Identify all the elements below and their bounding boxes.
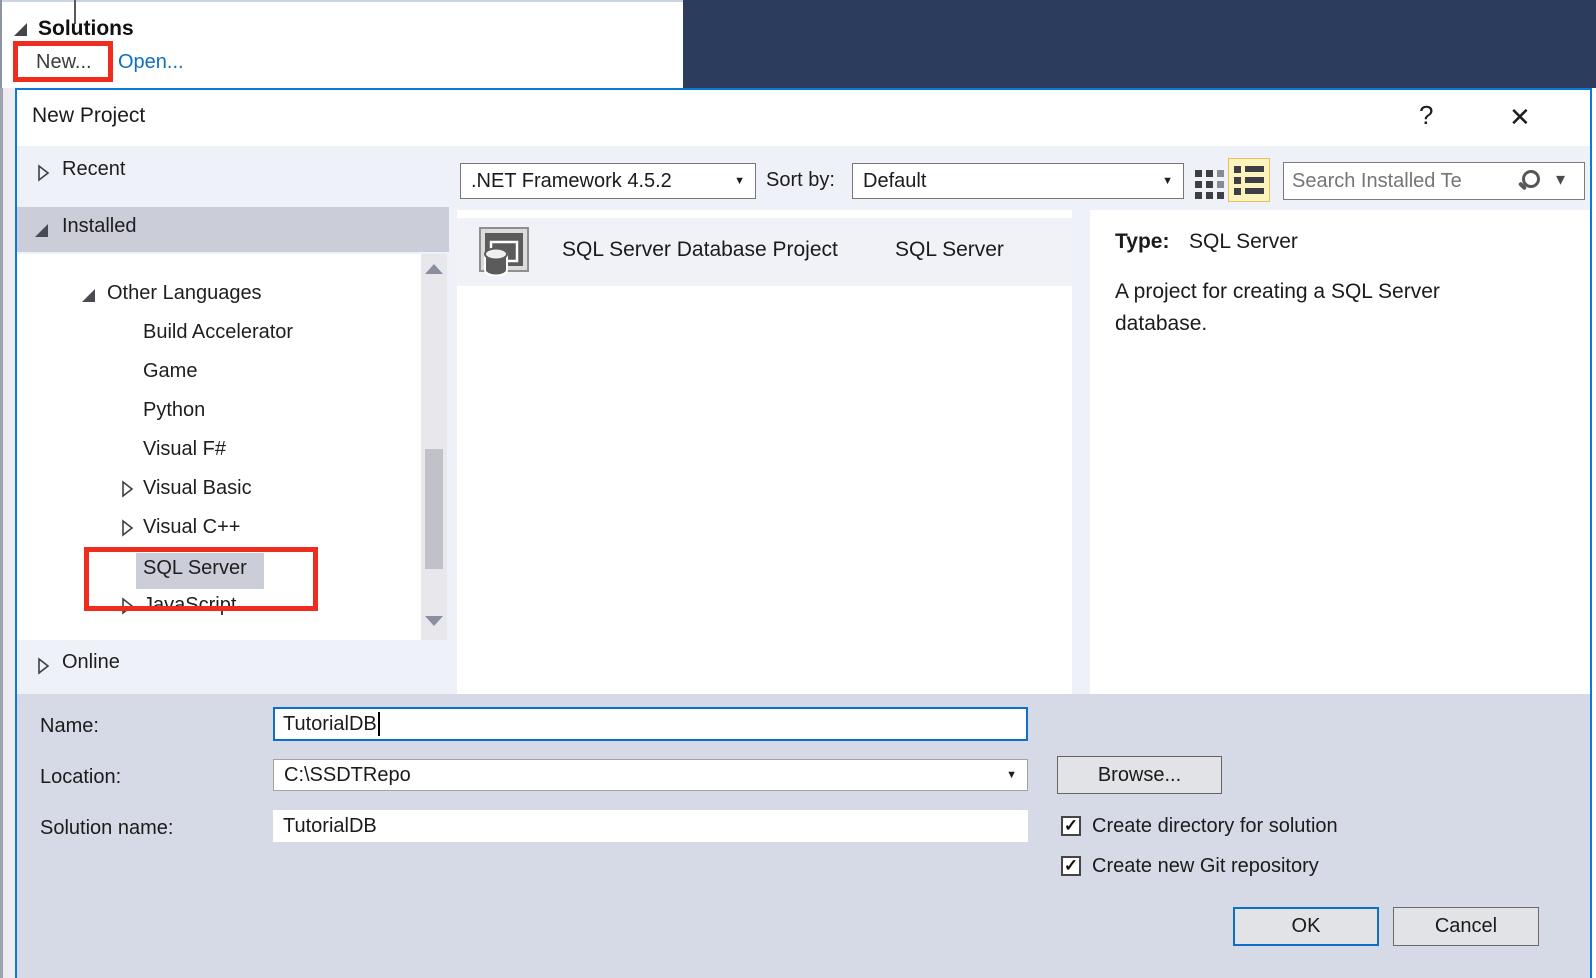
left-edge-strip (0, 88, 15, 978)
new-project-dialog: New Project ? ✕ .NET Framework 4.5.2 ▼ S… (15, 88, 1592, 978)
nav-recent-label: Recent (62, 158, 126, 180)
template-language: SQL Server (895, 238, 1004, 261)
nav-online-label: Online (62, 651, 120, 673)
location-dropdown[interactable]: C:\SSDTRepo ▼ (273, 759, 1028, 791)
name-input[interactable]: TutorialDB (273, 707, 1028, 741)
tree-scrollbar[interactable] (421, 254, 447, 640)
template-description: A project for creating a SQL Server data… (1115, 280, 1440, 335)
search-chevron-icon[interactable]: ▾ (1556, 169, 1565, 190)
panel-left-edge (0, 0, 2, 88)
template-list-panel: SQL Server Database Project SQL Server C… (457, 210, 1072, 752)
dialog-titlebar: New Project ? ✕ (17, 90, 1590, 146)
search-icon[interactable] (1517, 170, 1540, 192)
solutions-open-link[interactable]: Open... (118, 48, 184, 76)
template-name: SQL Server Database Project (562, 238, 838, 261)
solutions-section-title: Solutions (38, 17, 134, 40)
tree-item-visual-fsharp[interactable]: Visual F# (143, 438, 226, 461)
tree-item-other-languages-label[interactable]: Other Languages (107, 282, 262, 305)
tree-item-visual-cpp[interactable]: Visual C++ (143, 516, 240, 539)
annotation-box-new-link (13, 41, 113, 82)
scrollbar-up-arrow[interactable] (425, 264, 443, 274)
template-info-panel: Type: SQL Server A project for creating … (1090, 210, 1590, 694)
screen: Solutions New... Open... New Project ? ✕… (0, 0, 1596, 978)
search-input[interactable] (1284, 163, 1514, 199)
collapsed-expander-icon[interactable] (36, 657, 50, 675)
type-value: SQL Server (1189, 230, 1298, 253)
type-label: Type: (1115, 230, 1170, 253)
tree-item-python[interactable]: Python (143, 399, 205, 422)
nav-recent[interactable]: Recent (17, 150, 457, 196)
text-caret (377, 712, 380, 736)
collapsed-expander-icon[interactable] (120, 480, 134, 498)
sql-database-project-icon (479, 227, 529, 277)
open-link-label: Open... (118, 50, 184, 73)
cancel-button[interactable]: Cancel (1393, 907, 1539, 946)
solution-name-label: Solution name: (40, 817, 174, 839)
name-input-value: TutorialDB (283, 712, 377, 735)
browse-button-label: Browse... (1097, 763, 1182, 786)
browse-button[interactable]: Browse... (1057, 756, 1222, 794)
chevron-down-icon: ▼ (734, 175, 745, 187)
dialog-title: New Project (32, 104, 146, 127)
location-dropdown-value: C:\SSDTRepo (284, 763, 411, 786)
framework-dropdown[interactable]: .NET Framework 4.5.2 ▼ (460, 163, 756, 199)
collapsed-expander-icon[interactable] (36, 164, 50, 182)
framework-dropdown-value: .NET Framework 4.5.2 (471, 169, 672, 192)
check-icon: ✓ (1063, 856, 1079, 875)
small-icons-view-button[interactable] (1195, 170, 1224, 199)
create-directory-checkbox[interactable]: ✓ (1061, 816, 1081, 836)
tree-item-game[interactable]: Game (143, 360, 197, 383)
create-directory-label[interactable]: Create directory for solution (1092, 815, 1338, 838)
name-label: Name: (40, 715, 99, 737)
sort-dropdown-value: Default (863, 169, 927, 192)
scrollbar-down-arrow[interactable] (425, 616, 443, 626)
ok-button-label: OK (1291, 915, 1321, 937)
list-view-icon (1234, 165, 1264, 195)
solution-name-input[interactable]: TutorialDB (273, 810, 1028, 842)
location-label: Location: (40, 766, 122, 788)
create-git-label[interactable]: Create new Git repository (1092, 855, 1319, 878)
solution-name-value: TutorialDB (283, 814, 377, 837)
expanded-expander-icon[interactable] (80, 287, 97, 304)
chevron-down-icon: ▼ (1162, 175, 1173, 187)
scrollbar-thumb[interactable] (425, 449, 443, 569)
list-view-button[interactable] (1228, 158, 1270, 202)
nav-installed[interactable]: Installed (17, 207, 449, 252)
nav-online[interactable]: Online (17, 645, 457, 689)
check-icon: ✓ (1063, 816, 1079, 835)
collapsed-expander-icon[interactable] (120, 519, 134, 537)
close-button[interactable]: ✕ (1509, 102, 1531, 133)
tree-item-build-accelerator[interactable]: Build Accelerator (143, 321, 293, 344)
create-git-checkbox[interactable]: ✓ (1061, 856, 1081, 876)
ok-button[interactable]: OK (1233, 907, 1379, 946)
tree-item-visual-basic[interactable]: Visual Basic (143, 477, 252, 500)
cancel-button-label: Cancel (1434, 915, 1498, 937)
project-form-panel: Name: TutorialDB Location: C:\SSDTRepo ▼… (17, 694, 1590, 978)
sort-by-label: Sort by: (766, 169, 835, 191)
vs-background (683, 0, 1596, 88)
solutions-expander-icon[interactable] (12, 21, 29, 38)
expanded-expander-icon[interactable] (33, 222, 50, 239)
sort-dropdown[interactable]: Default ▼ (852, 163, 1184, 199)
chevron-down-icon: ▼ (1006, 769, 1017, 781)
template-row[interactable]: SQL Server Database Project SQL Server (457, 218, 1072, 286)
search-box: ▾ (1283, 162, 1585, 200)
help-button[interactable]: ? (1419, 100, 1433, 131)
nav-installed-label: Installed (62, 215, 137, 237)
annotation-box-sql-server (84, 547, 318, 611)
